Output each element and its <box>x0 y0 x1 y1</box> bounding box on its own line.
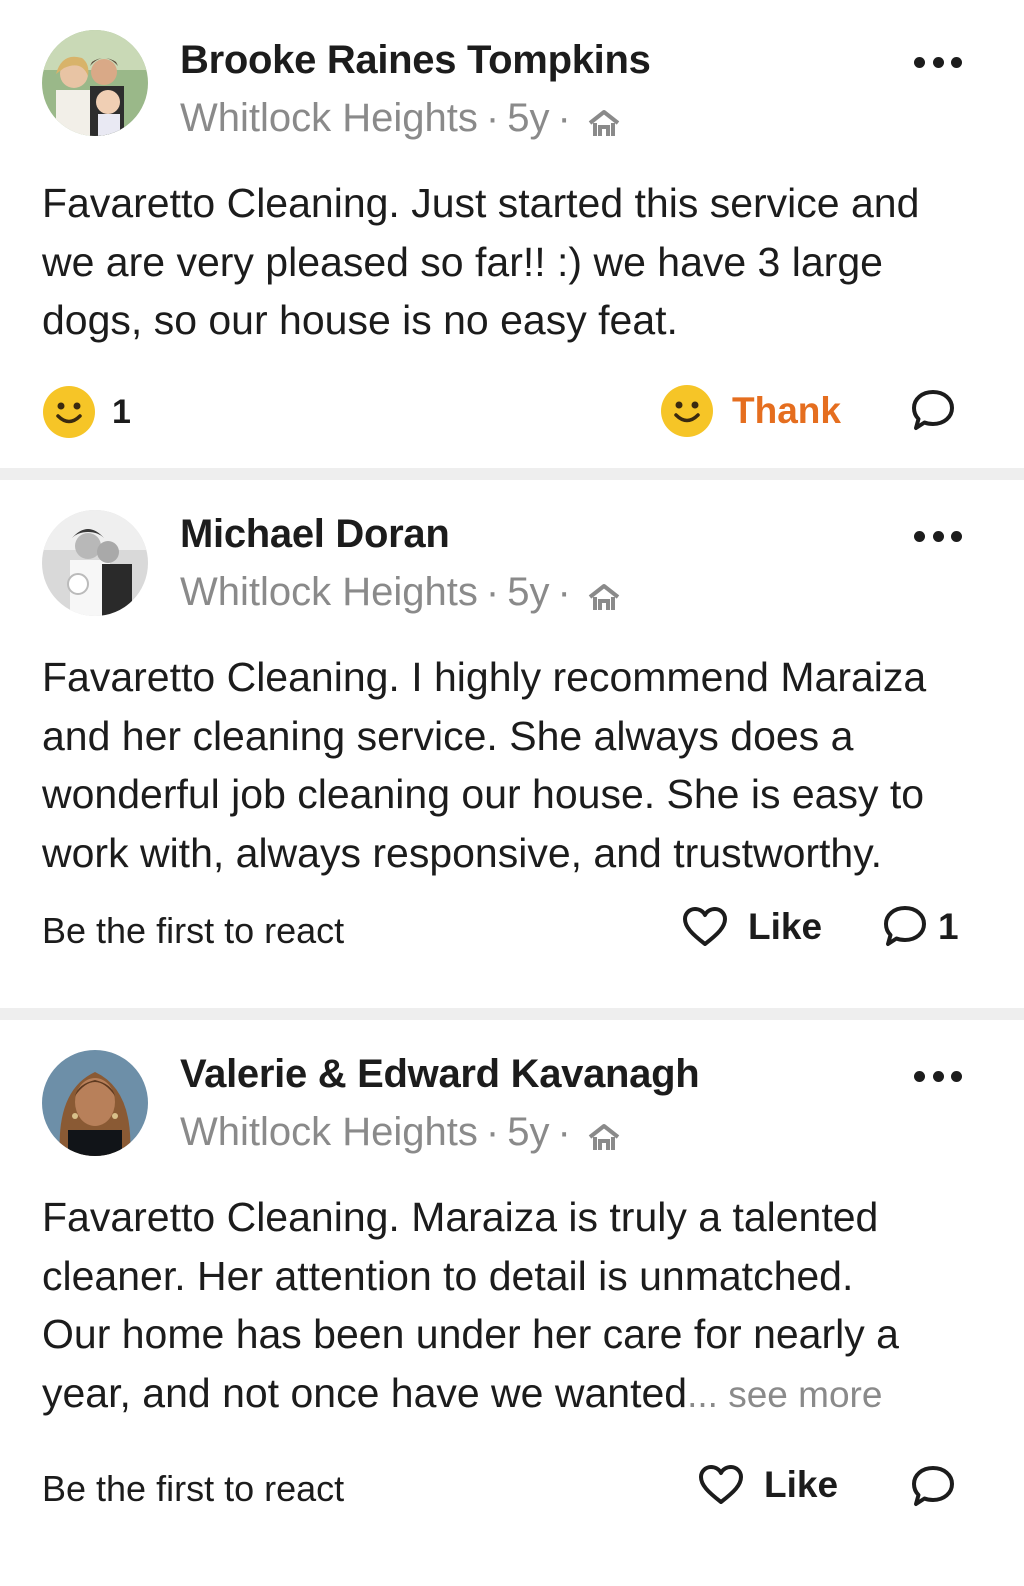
smiley-thank-icon <box>661 385 713 437</box>
avatar[interactable] <box>42 30 148 136</box>
comment-bubble-icon <box>884 906 926 946</box>
comment-button[interactable] <box>910 388 966 434</box>
post-author[interactable]: Michael Doran <box>180 512 450 557</box>
reaction-count: 1 <box>112 392 131 431</box>
comment-button[interactable] <box>910 1464 966 1510</box>
thank-button[interactable]: Thank <box>660 384 841 438</box>
reaction-prompt[interactable]: Be the first to react <box>42 910 344 952</box>
meta-separator: · <box>557 1110 571 1154</box>
post-card: Michael Doran Whitlock Heights · 5y · Fa… <box>0 480 1024 1008</box>
neighborhood-label[interactable]: Whitlock Heights <box>180 570 478 615</box>
neighborhood-label[interactable]: Whitlock Heights <box>180 96 478 141</box>
post-body: Favaretto Cleaning. Maraiza is truly a t… <box>42 1188 982 1424</box>
like-label: Like <box>764 1464 839 1505</box>
comment-count: 1 <box>938 906 959 947</box>
post-author[interactable]: Brooke Raines Tompkins <box>180 38 651 83</box>
like-button[interactable]: Like <box>698 1464 838 1506</box>
post-card: Brooke Raines Tompkins Whitlock Heights … <box>0 0 1024 468</box>
post-age: 5y <box>507 570 550 614</box>
post-author[interactable]: Valerie & Edward Kavanagh <box>180 1052 700 1097</box>
post-meta: Whitlock Heights · 5y · <box>180 96 621 141</box>
post-meta: Whitlock Heights · 5y · <box>180 1110 621 1155</box>
meta-separator: · <box>485 1110 500 1154</box>
neighborhood-visibility-icon <box>587 1118 621 1150</box>
neighborhood-visibility-icon <box>587 104 621 136</box>
post-age: 5y <box>507 96 550 140</box>
meta-separator: · <box>485 570 500 614</box>
like-label: Like <box>748 906 823 947</box>
comment-button[interactable]: 1 <box>882 904 959 950</box>
neighborhood-visibility-icon <box>587 578 621 610</box>
see-more-link[interactable]: ... see more <box>687 1374 882 1415</box>
post-separator <box>0 468 1024 480</box>
reaction-prompt[interactable]: Be the first to react <box>42 1468 344 1510</box>
more-options-icon[interactable] <box>914 528 962 544</box>
reaction-summary[interactable]: 1 <box>42 385 131 439</box>
like-button[interactable]: Like <box>682 906 822 948</box>
more-options-icon[interactable] <box>914 54 962 70</box>
heart-icon <box>699 1465 743 1504</box>
avatar[interactable] <box>42 1050 148 1156</box>
post-body: Favaretto Cleaning. Just started this se… <box>42 180 920 343</box>
more-options-icon[interactable] <box>914 1068 962 1084</box>
neighborhood-label[interactable]: Whitlock Heights <box>180 1110 478 1155</box>
neighborhood-feed: Brooke Raines Tompkins Whitlock Heights … <box>0 0 1024 1586</box>
meta-separator: · <box>557 570 571 614</box>
comment-bubble-icon <box>912 1466 954 1506</box>
smiley-reaction-icon <box>43 386 95 438</box>
post-age: 5y <box>507 1110 550 1154</box>
comment-bubble-icon <box>912 390 954 430</box>
meta-separator: · <box>485 96 500 140</box>
post-card: Valerie & Edward Kavanagh Whitlock Heigh… <box>0 1020 1024 1586</box>
post-meta: Whitlock Heights · 5y · <box>180 570 621 615</box>
thank-label: Thank <box>732 390 841 431</box>
post-separator <box>0 1008 1024 1020</box>
meta-separator: · <box>557 96 571 140</box>
avatar[interactable] <box>42 510 148 616</box>
heart-icon <box>683 907 727 946</box>
post-body: Favaretto Cleaning. I highly recommend M… <box>42 654 927 876</box>
